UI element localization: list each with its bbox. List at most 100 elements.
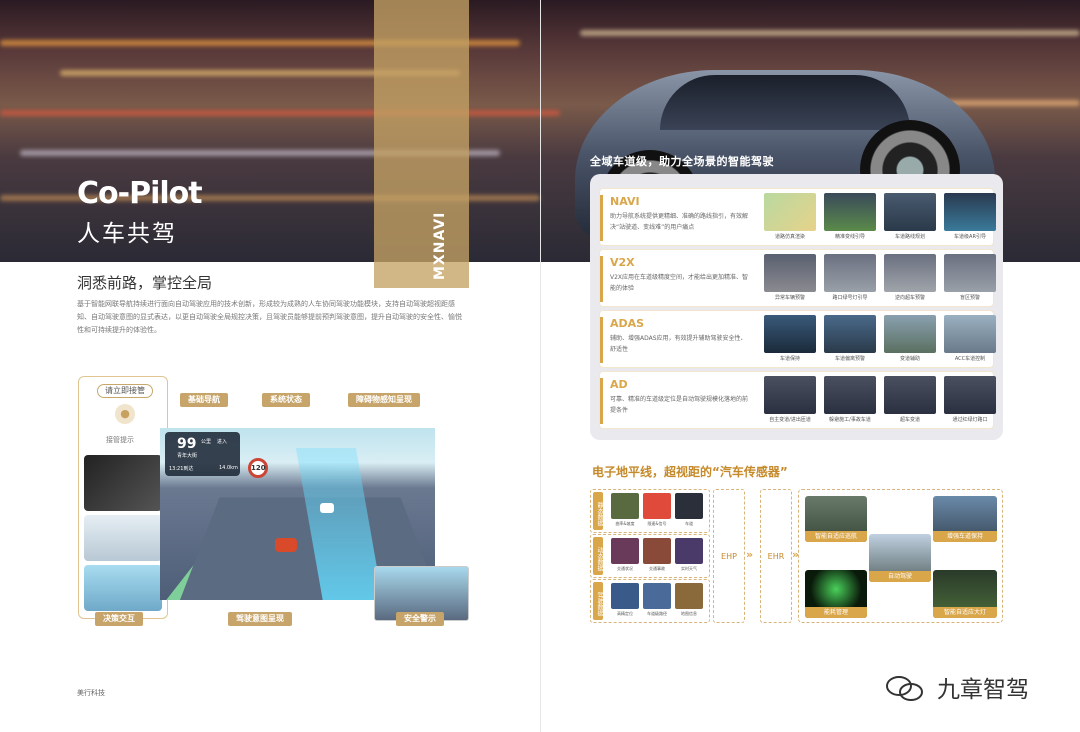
- feature-caption: 路口绿号灯引导: [832, 295, 868, 301]
- wechat-icon: [886, 676, 923, 701]
- feature-image: [764, 193, 816, 231]
- feature-accent: [600, 195, 603, 241]
- group-caption: 高精定位: [617, 611, 633, 616]
- group-image: [643, 583, 671, 609]
- feature-accent: [600, 256, 603, 302]
- feature-image: [824, 376, 876, 414]
- feature-ad: AD 可靠、精准的车道级定位是自动驾驶规模化落地的前提条件 自主变道/进出匝道 …: [599, 371, 996, 429]
- tag-status: 系统状态: [262, 393, 310, 407]
- hud-suffix: 进入: [217, 439, 228, 445]
- intro-paragraph: 基于智能网联导航持续进行面向自动驾驶应用的技术创新，形成较为成熟的人车协同驾驶功…: [77, 300, 462, 334]
- feature-caption: 逆向超车预警: [894, 295, 925, 301]
- cockpit-thumbnail: [84, 455, 162, 511]
- feature-caption: ACC车道控制: [954, 356, 986, 362]
- feature-caption: 精准变线引导: [834, 234, 865, 240]
- ehr-column: EHR: [760, 489, 792, 623]
- feature-v2x: V2X V2X应用在车道级精度空间，才能给出更加精准、智能的体验 异常车辆预警 …: [599, 249, 996, 307]
- tile-caption: 能耗管理: [805, 607, 867, 618]
- title-cn: 人车共驾: [77, 221, 177, 247]
- feature-caption: 通过红绿灯路口: [952, 417, 988, 423]
- tile-caption: 自动驾驶: [869, 571, 931, 582]
- hud-distance: 14.0km: [219, 465, 238, 471]
- group-tab: 驾驶数据: [593, 582, 603, 620]
- feature-desc: V2X应用在车道级精度空间，才能给出更加精准、智能的体验: [610, 274, 749, 292]
- app-tile: 智能自适应巡航: [805, 496, 867, 542]
- hud-road: 青年大街: [177, 453, 198, 459]
- hud-unit: 公里: [201, 439, 212, 445]
- application-box: 智能自适应巡航 增强车道保持 自动驾驶 能耗管理 智能自适应大灯: [798, 489, 1003, 623]
- group-caption: 地图信息: [681, 611, 697, 616]
- feature-caption: 车道偏离预警: [834, 356, 865, 362]
- takeover-label: 请立即接管: [97, 384, 153, 398]
- speed-limit-sign: 120: [248, 458, 268, 478]
- feature-accent: [600, 378, 603, 424]
- feature-name: NAVI: [610, 195, 640, 208]
- feature-image: [824, 254, 876, 292]
- group-image: [675, 493, 703, 519]
- feature-image: [764, 254, 816, 292]
- group-image: [611, 583, 639, 609]
- hud-speed: 99: [177, 436, 197, 452]
- feature-caption: 变道辅助: [899, 356, 920, 362]
- feature-name: ADAS: [610, 317, 645, 330]
- group-caption: 交通事故: [649, 566, 665, 571]
- car-window: [660, 75, 910, 130]
- group-caption: 限速&信号: [647, 521, 667, 526]
- group-caption: 车道: [685, 521, 693, 526]
- takeover-caption: 接管提示: [106, 436, 134, 444]
- tag-safety: 安全警示: [396, 612, 444, 626]
- group-image: [611, 538, 639, 564]
- feature-image: [764, 315, 816, 353]
- feature-image: [944, 193, 996, 231]
- band-label: MXNAVI: [432, 211, 448, 280]
- app-tile: 智能自适应大灯: [933, 570, 997, 618]
- watermark-text: 九章智驾: [937, 677, 1029, 703]
- feature-accent: [600, 317, 603, 363]
- app-tile: 自动驾驶: [869, 534, 931, 582]
- title-en: Co-Pilot: [77, 176, 203, 211]
- group-caption: 曲率&坡度: [615, 521, 635, 526]
- tile-caption: 智能自适应大灯: [933, 607, 997, 618]
- lead-car-icon: [320, 503, 334, 513]
- app-tile: 能耗管理: [805, 570, 867, 618]
- feature-caption: 车道级AR引导: [954, 234, 986, 240]
- arrow-icon: »: [746, 548, 754, 561]
- hud-time: 13:21到达: [169, 466, 194, 472]
- tile-caption: 智能自适应巡航: [805, 531, 867, 542]
- static-data-group: 静态数据 曲率&坡度 限速&信号 车道: [590, 489, 710, 533]
- feature-desc: 辅助、增强ADAS应用，有效提升辅助驾驶安全性、舒适性: [610, 335, 747, 353]
- page-gutter: [540, 0, 541, 732]
- feature-image: [944, 254, 996, 292]
- group-caption: 实时天气: [681, 566, 697, 571]
- group-image: [675, 538, 703, 564]
- feature-image: [824, 315, 876, 353]
- feature-image: [884, 376, 936, 414]
- ehorizon-heading: 电子地平线，超视距的“汽车传感器”: [592, 465, 788, 479]
- tile-caption: 增强车道保持: [933, 531, 997, 542]
- feature-caption: 超车变道: [899, 417, 920, 423]
- group-image: [611, 493, 639, 519]
- feature-image: [944, 315, 996, 353]
- feature-image: [884, 315, 936, 353]
- tag-intent: 驾驶意图呈现: [228, 612, 292, 626]
- nav-hud: 99 公里 进入 青年大街 13:21到达 14.0km: [165, 432, 240, 476]
- right-heading: 全域车道级，助力全场景的智能驾驶: [590, 155, 774, 168]
- feature-image: [764, 376, 816, 414]
- feature-caption: 车道路线规划: [894, 234, 925, 240]
- feature-desc: 助力导航系统提供更精细、准确的路线指引，有效解决“站驶道、变线难”的用户痛点: [610, 213, 749, 231]
- ehp-column: EHP: [713, 489, 745, 623]
- feature-name: V2X: [610, 256, 635, 269]
- feature-image: [884, 193, 936, 231]
- app-tile: 增强车道保持: [933, 496, 997, 542]
- group-tab: 静态数据: [593, 492, 603, 530]
- subtitle: 洞悉前路，掌控全局: [77, 274, 213, 292]
- dynamic-data-group: 动态数据 交通状况 交通事故 实时天气: [590, 534, 710, 578]
- group-image: [643, 493, 671, 519]
- feature-name: AD: [610, 378, 628, 391]
- feature-caption: 道路仿真渲染: [774, 234, 805, 240]
- feature-panel: NAVI 助力导航系统提供更精细、准确的路线指引，有效解决“站驶道、变线难”的用…: [590, 174, 1003, 440]
- feature-adas: ADAS 辅助、增强ADAS应用，有效提升辅助驾驶安全性、舒适性 车道保持 车道…: [599, 310, 996, 368]
- dashboard-thumbnail: [84, 515, 162, 561]
- group-caption: 车道级路径: [647, 611, 667, 616]
- feature-image: [824, 193, 876, 231]
